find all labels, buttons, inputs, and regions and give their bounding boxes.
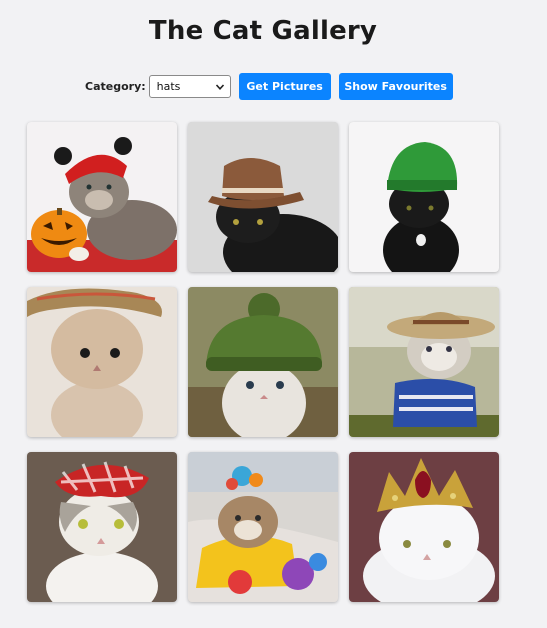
gallery-image[interactable] bbox=[188, 122, 338, 272]
get-pictures-button[interactable]: Get Pictures bbox=[238, 72, 331, 100]
category-select-value: hats bbox=[156, 79, 181, 93]
cat-photo bbox=[188, 287, 338, 437]
category-label: Category: bbox=[85, 79, 146, 93]
gallery-grid bbox=[27, 122, 499, 602]
gallery-image[interactable] bbox=[27, 122, 177, 272]
controls-bar: Category: hats Get Pictures Show Favouri… bbox=[85, 72, 453, 100]
gallery-image[interactable] bbox=[349, 287, 499, 437]
page: The Cat Gallery Category: hats Get Pictu… bbox=[0, 0, 547, 628]
cat-photo bbox=[188, 452, 338, 602]
gallery-image[interactable] bbox=[188, 287, 338, 437]
page-title: The Cat Gallery bbox=[148, 16, 378, 46]
show-favourites-button[interactable]: Show Favourites bbox=[338, 72, 453, 100]
gallery-image[interactable] bbox=[27, 452, 177, 602]
cat-photo bbox=[27, 452, 177, 602]
gallery-image[interactable] bbox=[188, 452, 338, 602]
cat-photo bbox=[349, 122, 499, 272]
cat-photo bbox=[27, 287, 177, 437]
cat-photo bbox=[27, 122, 177, 272]
cat-photo bbox=[349, 287, 499, 437]
category-select[interactable]: hats bbox=[148, 74, 231, 98]
gallery-image[interactable] bbox=[349, 452, 499, 602]
cat-photo bbox=[349, 452, 499, 602]
gallery-image[interactable] bbox=[27, 287, 177, 437]
chevron-down-icon bbox=[215, 83, 224, 90]
gallery-image[interactable] bbox=[349, 122, 499, 272]
cat-photo bbox=[188, 122, 338, 272]
